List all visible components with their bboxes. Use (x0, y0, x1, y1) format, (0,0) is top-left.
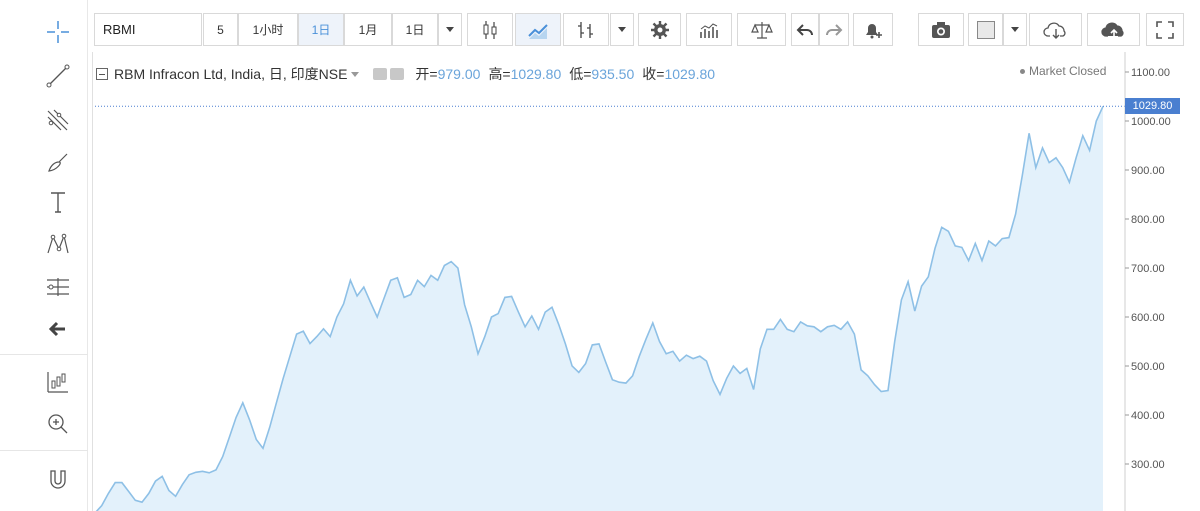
series-legend: RBM Infracon Ltd, India, 日, 印度NSE 开= 979.… (96, 63, 715, 85)
y-axis-tick-label: 400.00 (1131, 410, 1165, 422)
y-axis-tick-label: 600.00 (1131, 312, 1165, 324)
y-axis-tick-label: 300.00 (1131, 459, 1165, 471)
high-value: 1029.80 (510, 66, 562, 82)
visibility-toggle-icon[interactable] (390, 68, 405, 80)
open-label: 开= (415, 66, 438, 82)
y-axis-tick-label: 1000.00 (1131, 116, 1171, 128)
low-value: 935.50 (591, 66, 635, 82)
low-label: 低= (569, 66, 592, 82)
market-status: Market Closed (1020, 64, 1106, 78)
close-label: 收= (642, 66, 665, 82)
last-price-tag: 1029.80 (1125, 98, 1180, 114)
market-status-text: Market Closed (1029, 64, 1107, 78)
high-label: 高= (488, 66, 511, 82)
y-axis-tick-label: 800.00 (1131, 214, 1165, 226)
settings-toggle-icon[interactable] (373, 68, 388, 80)
open-value: 979.00 (437, 66, 481, 82)
legend-title: RBM Infracon Ltd, India, 日, 印度NSE (114, 66, 348, 82)
collapse-icon[interactable] (96, 68, 108, 80)
price-area-fill (95, 106, 1103, 511)
close-value: 1029.80 (664, 66, 716, 82)
status-dot-icon (1020, 69, 1025, 75)
y-axis-tick-label: 1100.00 (1131, 67, 1170, 79)
chevron-down-icon[interactable] (351, 71, 360, 77)
y-axis-tick-label: 500.00 (1131, 361, 1165, 373)
y-axis-tick-label: 900.00 (1131, 165, 1165, 177)
y-axis-tick-label: 700.00 (1131, 263, 1165, 275)
